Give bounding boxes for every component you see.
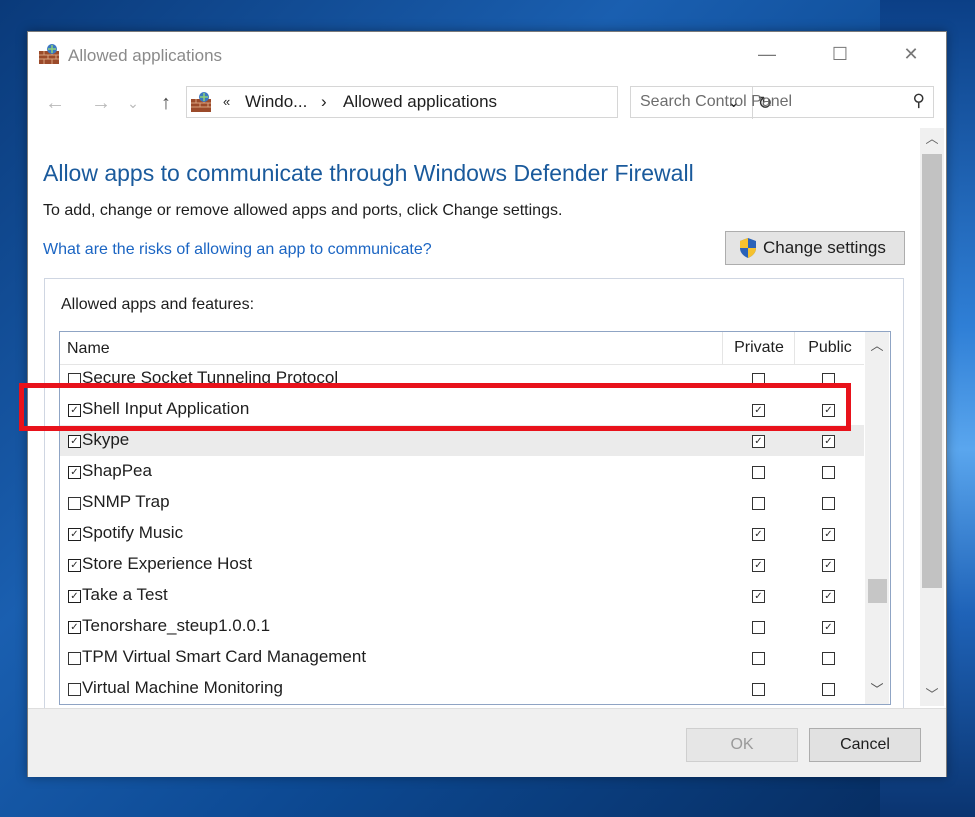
public-checkbox[interactable]: ✓ xyxy=(822,559,835,572)
back-arrow-icon[interactable]: ← xyxy=(42,90,68,116)
allowed-apps-label: Allowed apps and features: xyxy=(61,296,255,313)
app-name: SNMP Trap xyxy=(82,492,170,511)
list-scroll-down-icon[interactable]: ﹀ xyxy=(865,678,889,702)
app-name: Spotify Music xyxy=(82,523,184,542)
enabled-checkbox[interactable]: ✓ xyxy=(68,466,81,479)
enabled-checkbox[interactable]: ✓ xyxy=(68,590,81,603)
public-checkbox[interactable]: ✓ xyxy=(822,621,835,634)
private-checkbox[interactable] xyxy=(752,652,765,665)
list-item[interactable]: SNMP Trap xyxy=(60,487,864,518)
public-checkbox[interactable] xyxy=(822,497,835,510)
list-item[interactable]: ✓ Tenorshare_steup1.0.0.1 ✓ xyxy=(60,611,864,642)
scroll-up-icon[interactable]: ︿ xyxy=(920,128,944,150)
private-checkbox[interactable] xyxy=(752,497,765,510)
risks-link[interactable]: What are the risks of allowing an app to… xyxy=(43,241,432,259)
private-checkbox[interactable]: ✓ xyxy=(752,435,765,448)
app-name: TPM Virtual Smart Card Management xyxy=(82,647,367,666)
recent-locations-chevron-icon[interactable]: ⌄ xyxy=(120,90,146,116)
private-checkbox[interactable] xyxy=(752,466,765,479)
list-item[interactable]: ✓ ShapPea xyxy=(60,456,864,487)
skype-highlight-box xyxy=(19,383,851,431)
list-scrollbar[interactable]: ︿ ﹀ xyxy=(865,332,889,704)
up-arrow-icon[interactable]: ↑ xyxy=(153,90,179,116)
public-checkbox[interactable] xyxy=(822,466,835,479)
cancel-button[interactable]: Cancel xyxy=(809,728,921,762)
breadcrumb-overflow[interactable]: « xyxy=(223,94,230,109)
change-settings-label: Change settings xyxy=(763,238,886,257)
enabled-checkbox[interactable]: ✓ xyxy=(68,435,81,448)
list-header: Name Private Public xyxy=(60,332,864,365)
breadcrumb-separator: › xyxy=(321,92,327,111)
app-name: Tenorshare_steup1.0.0.1 xyxy=(82,616,271,635)
firewall-bricks-icon xyxy=(39,44,59,64)
public-checkbox[interactable]: ✓ xyxy=(822,435,835,448)
public-checkbox[interactable]: ✓ xyxy=(822,528,835,541)
window-scrollbar-thumb[interactable] xyxy=(922,154,942,588)
page-description: To add, change or remove allowed apps an… xyxy=(43,202,563,219)
public-checkbox[interactable]: ✓ xyxy=(822,590,835,603)
breadcrumb-allowed-applications[interactable]: Allowed applications xyxy=(343,92,497,112)
enabled-checkbox[interactable]: ✓ xyxy=(68,528,81,541)
list-item[interactable]: Virtual Machine Monitoring xyxy=(60,673,864,704)
breadcrumb-windows-defender[interactable]: Windo... xyxy=(245,92,307,112)
app-name: Virtual Machine Monitoring xyxy=(82,678,283,697)
list-scrollbar-thumb[interactable] xyxy=(868,579,887,603)
title-bar: Allowed applications — ☐ ✕ xyxy=(28,32,946,76)
enabled-checkbox[interactable]: ✓ xyxy=(68,559,81,572)
allowed-apps-group: Allowed apps and features: Name Private … xyxy=(44,278,904,712)
list-item[interactable]: ✓ Spotify Music ✓ ✓ xyxy=(60,518,864,549)
minimize-button[interactable]: — xyxy=(744,38,790,70)
forward-arrow-icon[interactable]: → xyxy=(88,90,114,116)
address-bar[interactable]: « Windo... › Allowed applications ⌄ ↻ xyxy=(186,86,773,119)
maximize-button[interactable]: ☐ xyxy=(817,38,863,70)
enabled-checkbox[interactable] xyxy=(68,497,81,510)
search-icon[interactable]: ⚲ xyxy=(913,91,925,111)
list-scroll-up-icon[interactable]: ︿ xyxy=(865,334,889,358)
dialog-footer: OK Cancel xyxy=(28,708,946,777)
close-button[interactable]: ✕ xyxy=(888,38,934,70)
public-checkbox[interactable] xyxy=(822,652,835,665)
private-checkbox[interactable]: ✓ xyxy=(752,559,765,572)
uac-shield-icon xyxy=(740,238,756,258)
column-header-name[interactable]: Name xyxy=(67,340,110,358)
app-name: Take a Test xyxy=(82,585,168,604)
app-name: Store Experience Host xyxy=(82,554,253,573)
firewall-bricks-icon xyxy=(191,92,211,112)
ok-button[interactable]: OK xyxy=(686,728,798,762)
private-checkbox[interactable]: ✓ xyxy=(752,528,765,541)
private-checkbox[interactable] xyxy=(752,621,765,634)
navigation-bar: ← → ⌄ ↑ « Windo... › Allowed application… xyxy=(28,84,946,124)
column-header-private[interactable]: Private xyxy=(722,332,795,364)
app-name: Skype xyxy=(82,430,130,449)
list-item[interactable]: ✓ Take a Test ✓ ✓ xyxy=(60,580,864,611)
private-checkbox[interactable] xyxy=(752,683,765,696)
app-name: ShapPea xyxy=(82,461,152,480)
window-scrollbar[interactable]: ︿ ﹀ xyxy=(920,128,944,706)
search-input[interactable]: Search Control Panel xyxy=(640,93,792,111)
window-title: Allowed applications xyxy=(68,46,223,65)
column-header-public[interactable]: Public xyxy=(794,332,865,364)
list-item[interactable]: ✓ Store Experience Host ✓ ✓ xyxy=(60,549,864,580)
change-settings-button[interactable]: Change settings xyxy=(725,231,905,265)
list-item[interactable]: TPM Virtual Smart Card Management xyxy=(60,642,864,673)
scroll-down-icon[interactable]: ﹀ xyxy=(920,684,944,706)
enabled-checkbox[interactable]: ✓ xyxy=(68,621,81,634)
page-title: Allow apps to communicate through Window… xyxy=(43,160,694,186)
public-checkbox[interactable] xyxy=(822,683,835,696)
private-checkbox[interactable]: ✓ xyxy=(752,590,765,603)
enabled-checkbox[interactable] xyxy=(68,683,81,696)
enabled-checkbox[interactable] xyxy=(68,652,81,665)
search-box[interactable]: Search Control Panel ⚲ xyxy=(630,86,934,118)
